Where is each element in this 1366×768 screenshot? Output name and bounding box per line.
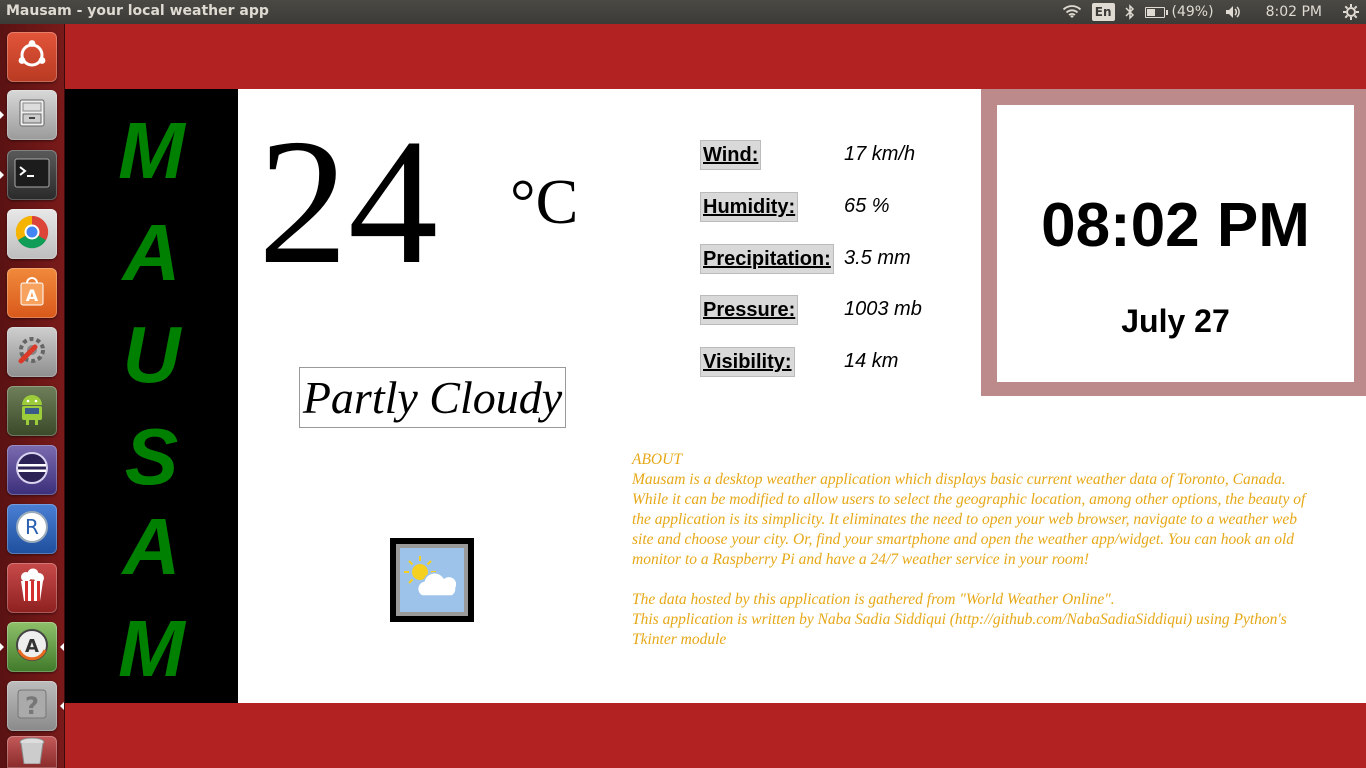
launcher-files[interactable]	[7, 90, 57, 140]
about-data-source: The data hosted by this application is g…	[632, 591, 1115, 608]
about-spacer	[632, 570, 1312, 590]
launcher-running-indicator	[0, 643, 4, 651]
visibility-label: Visibility:	[700, 347, 795, 377]
battery-percent: (49%)	[1171, 4, 1214, 20]
partly-cloudy-icon	[400, 548, 464, 612]
battery-icon	[1144, 6, 1168, 18]
launcher-chrome[interactable]	[7, 209, 57, 259]
panel-clock[interactable]: 8:02 PM	[1266, 4, 1322, 20]
battery-fill	[1146, 8, 1155, 16]
temperature-value: 24	[258, 102, 438, 301]
popcorn-icon	[14, 567, 50, 609]
launcher-software-center[interactable]: A	[7, 268, 57, 318]
ubuntu-logo-icon	[14, 37, 50, 77]
svg-text:R: R	[25, 515, 39, 539]
file-cabinet-icon	[15, 96, 49, 134]
launcher-running-indicator	[0, 111, 4, 119]
top-panel: Mausam - your local weather app En (49%)…	[0, 0, 1366, 24]
brand-letter: A	[122, 502, 181, 591]
clock-frame: 08:02 PM July 27	[981, 89, 1366, 396]
humidity-label: Humidity:	[700, 192, 799, 222]
launcher-system-settings[interactable]	[7, 327, 57, 377]
keyboard-language-indicator[interactable]: En	[1091, 3, 1115, 21]
help-icon: ?	[14, 686, 50, 726]
about-credits: This application is written by Naba Sadi…	[632, 611, 1287, 648]
about-heading: ABOUT	[632, 451, 682, 468]
launcher-r-studio[interactable]: R	[7, 504, 57, 554]
terminal-icon	[13, 156, 51, 194]
about-section: ABOUT Mausam is a desktop weather applic…	[632, 450, 1312, 650]
launcher-ubuntu-dash[interactable]	[7, 32, 57, 82]
precipitation-label: Precipitation:	[700, 244, 834, 274]
launcher-android-studio[interactable]	[7, 386, 57, 436]
battery-indicator[interactable]: (49%)	[1144, 2, 1214, 22]
launcher-software-updater[interactable]: A	[7, 622, 57, 672]
launcher: A R A ?	[0, 24, 65, 768]
launcher-help[interactable]: ?	[7, 681, 57, 731]
pressure-value: 1003 mb	[844, 298, 922, 320]
clock-date: July 27	[1121, 303, 1230, 339]
humidity-value: 65 %	[844, 195, 890, 217]
launcher-running-indicator	[60, 702, 64, 710]
shopping-bag-icon: A	[14, 273, 50, 313]
svg-text:?: ?	[25, 692, 39, 720]
svg-text:A: A	[26, 286, 39, 305]
trash-icon	[15, 736, 49, 768]
brand-letter: S	[124, 412, 179, 501]
precipitation-value: 3.5 mm	[844, 247, 911, 269]
about-description: Mausam is a desktop weather application …	[632, 471, 1306, 568]
launcher-focused-indicator	[60, 643, 64, 651]
wind-label: Wind:	[700, 140, 762, 170]
brand-letter: M	[118, 604, 185, 693]
brand-sidebar: M A U S A M	[65, 89, 238, 703]
svg-text:A: A	[25, 636, 39, 657]
software-update-icon: A	[13, 626, 51, 668]
bluetooth-icon[interactable]	[1125, 2, 1135, 22]
window-title: Mausam - your local weather app	[6, 3, 269, 19]
volume-icon[interactable]	[1224, 2, 1242, 22]
temperature-unit: °C	[510, 166, 579, 237]
chrome-icon	[13, 213, 51, 255]
wifi-icon[interactable]	[1062, 2, 1082, 22]
brand-letter: A	[122, 208, 181, 297]
condition-icon-border	[396, 544, 468, 616]
pressure-label: Pressure:	[700, 295, 799, 325]
brand-letter: M	[118, 106, 185, 195]
wind-value: 17 km/h	[844, 143, 916, 165]
brand-letter: U	[122, 310, 181, 399]
gear-icon[interactable]	[1342, 2, 1360, 22]
clock-time: 08:02 PM	[1041, 191, 1310, 260]
eclipse-icon	[13, 449, 51, 491]
condition-label: Partly Cloudy	[299, 367, 566, 428]
launcher-eclipse[interactable]	[7, 445, 57, 495]
r-logo-icon: R	[13, 508, 51, 550]
condition-icon-frame	[390, 538, 474, 622]
launcher-running-indicator	[0, 171, 4, 179]
system-tray: En (49%) 8:02 PM	[1062, 0, 1366, 24]
android-icon	[15, 391, 49, 431]
settings-wrench-icon	[13, 331, 51, 373]
launcher-terminal[interactable]	[7, 150, 57, 200]
clock-panel: 08:02 PM July 27	[997, 105, 1354, 382]
launcher-trash[interactable]	[7, 736, 57, 768]
visibility-value: 14 km	[844, 350, 899, 372]
launcher-popcorn-time[interactable]	[7, 563, 57, 613]
